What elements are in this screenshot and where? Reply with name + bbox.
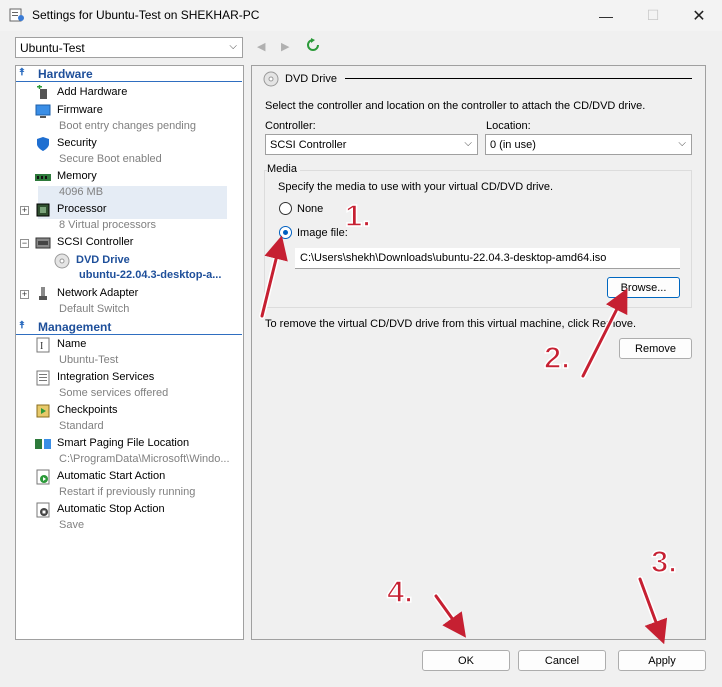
tree-item-sub: Secure Boot enabled <box>59 153 162 165</box>
close-button[interactable]: ✕ <box>676 0 722 31</box>
tree-item-sub: Restart if previously running <box>59 486 196 498</box>
refresh-icon[interactable] <box>306 38 320 52</box>
tree-item-label: DVD Drive <box>76 254 130 266</box>
tree-item-label: Automatic Start Action <box>57 470 166 482</box>
tree-item-auto-stop[interactable]: Automatic Stop Action Save <box>35 502 225 534</box>
annotation-1: 1. <box>344 197 371 234</box>
collapse-minus-icon[interactable]: − <box>20 239 29 248</box>
tree-item-label: Smart Paging File Location <box>57 437 190 449</box>
expand-plus-icon[interactable]: + <box>20 290 29 299</box>
tree-item-firmware[interactable]: Firmware Boot entry changes pending <box>35 103 225 135</box>
disc-icon <box>263 71 279 87</box>
annotation-4: 4. <box>386 573 413 610</box>
tree-item-add-hardware[interactable]: Add Hardware <box>35 85 225 100</box>
media-title: Media <box>267 163 300 175</box>
tree-item-sub: Ubuntu-Test <box>59 354 119 366</box>
media-description: Specify the media to use with your virtu… <box>278 181 554 193</box>
collapse-up-icon: ⯭ <box>19 320 25 331</box>
management-section-header[interactable]: ⯭ Management <box>16 319 242 335</box>
browse-button[interactable]: Browse... <box>607 277 680 298</box>
tree-item-label: Security <box>57 137 97 149</box>
tree-item-smart-paging[interactable]: Smart Paging File Location C:\ProgramDat… <box>35 436 230 468</box>
tree-item-security[interactable]: Security Secure Boot enabled <box>35 136 225 168</box>
panel-title: DVD Drive <box>285 73 337 85</box>
panel-description: Select the controller and location on th… <box>265 100 646 112</box>
title-divider <box>345 78 692 79</box>
remove-instruction: To remove the virtual CD/DVD drive from … <box>265 318 637 330</box>
tree-item-scsi-controller[interactable]: SCSI Controller <box>35 235 225 251</box>
controller-select[interactable]: SCSI Controller ⌵ <box>265 134 478 155</box>
tree-item-sub: Some services offered <box>59 387 169 399</box>
controller-value: SCSI Controller <box>270 139 347 151</box>
none-radio[interactable] <box>279 202 292 215</box>
tree-item-sub: Save <box>59 519 85 531</box>
location-label: Location: <box>486 120 531 132</box>
apply-button[interactable]: Apply <box>618 650 706 671</box>
tree-item-sub: ubuntu-22.04.3-desktop-a... <box>79 269 222 281</box>
image-path-value: C:\Users\shekh\Downloads\ubuntu-22.04.3-… <box>300 252 607 264</box>
image-file-radio[interactable] <box>279 226 292 239</box>
back-arrow-icon[interactable]: ◀ <box>257 40 265 53</box>
tree-item-label: Automatic Stop Action <box>57 503 165 515</box>
location-select[interactable]: 0 (in use) ⌵ <box>485 134 692 155</box>
tree-item-sub: C:\ProgramData\Microsoft\Windo... <box>59 453 230 465</box>
maximize-button[interactable]: ☐ <box>630 0 676 31</box>
tree-item-sub: 4096 MB <box>59 186 104 198</box>
tree-item-sub: Boot entry changes pending <box>59 120 196 132</box>
location-value: 0 (in use) <box>490 139 536 151</box>
expand-plus-icon[interactable]: + <box>20 206 29 215</box>
annotation-2: 2. <box>543 339 570 376</box>
chevron-down-icon: ⌵ <box>464 138 472 149</box>
tree-item-label: Name <box>57 338 87 350</box>
image-file-label[interactable]: Image file: <box>297 227 348 239</box>
minimize-button[interactable]: — <box>583 0 629 31</box>
hardware-section-header[interactable]: ⯭ Hardware <box>16 66 242 82</box>
chevron-down-icon: ⌵ <box>678 138 686 149</box>
tree-item-sub: Standard <box>59 420 104 432</box>
collapse-up-icon: ⯭ <box>19 67 25 78</box>
annotation-3: 3. <box>650 543 677 580</box>
tree-item-label: Integration Services <box>57 371 155 383</box>
vm-selector[interactable]: Ubuntu-Test ⌵ <box>15 37 243 58</box>
maximize-icon: ☐ <box>646 7 660 23</box>
tree-item-auto-start[interactable]: Automatic Start Action Restart if previo… <box>35 469 225 501</box>
tree-item-label: Add Hardware <box>57 86 128 98</box>
close-icon: ✕ <box>692 7 706 25</box>
settings-app-icon <box>9 8 24 22</box>
none-label[interactable]: None <box>297 203 323 215</box>
vm-selector-value: Ubuntu-Test <box>20 41 85 55</box>
tree-item-label: Network Adapter <box>57 287 139 299</box>
hardware-section-title: Hardware <box>38 67 93 81</box>
tree-item-label: SCSI Controller <box>57 236 134 248</box>
tree-item-label: Checkpoints <box>57 404 118 416</box>
minimize-icon: — <box>599 7 613 24</box>
image-path-field[interactable]: C:\Users\shekh\Downloads\ubuntu-22.04.3-… <box>295 248 680 269</box>
tree-item-checkpoints[interactable]: Checkpoints Standard <box>35 403 225 435</box>
cancel-button[interactable]: Cancel <box>518 650 606 671</box>
ok-button[interactable]: OK <box>422 650 510 671</box>
tree-item-sub: Default Switch <box>59 303 130 315</box>
management-section-title: Management <box>38 320 112 334</box>
tree-item-label: Processor <box>57 203 107 215</box>
forward-arrow-icon[interactable]: ▶ <box>281 40 289 53</box>
tree-item-memory[interactable]: Memory 4096 MB <box>35 169 225 201</box>
tree-item-label: Firmware <box>57 104 103 116</box>
tree-item-dvd-drive[interactable]: DVD Drive ubuntu-22.04.3-desktop-a... <box>54 253 226 285</box>
tree-item-processor[interactable]: Processor 8 Virtual processors <box>35 202 225 234</box>
controller-label: Controller: <box>265 120 316 132</box>
remove-button[interactable]: Remove <box>619 338 692 359</box>
tree-item-network-adapter[interactable]: Network Adapter Default Switch <box>35 286 225 318</box>
window-title: Settings for Ubuntu-Test on SHEKHAR-PC <box>32 8 260 22</box>
tree-item-sub: 8 Virtual processors <box>59 219 157 231</box>
tree-item-label: Memory <box>57 170 97 182</box>
tree-item-integration-services[interactable]: Integration Services Some services offer… <box>35 370 225 402</box>
chevron-down-icon: ⌵ <box>229 41 237 52</box>
tree-item-name[interactable]: Name Ubuntu-Test <box>35 337 225 369</box>
